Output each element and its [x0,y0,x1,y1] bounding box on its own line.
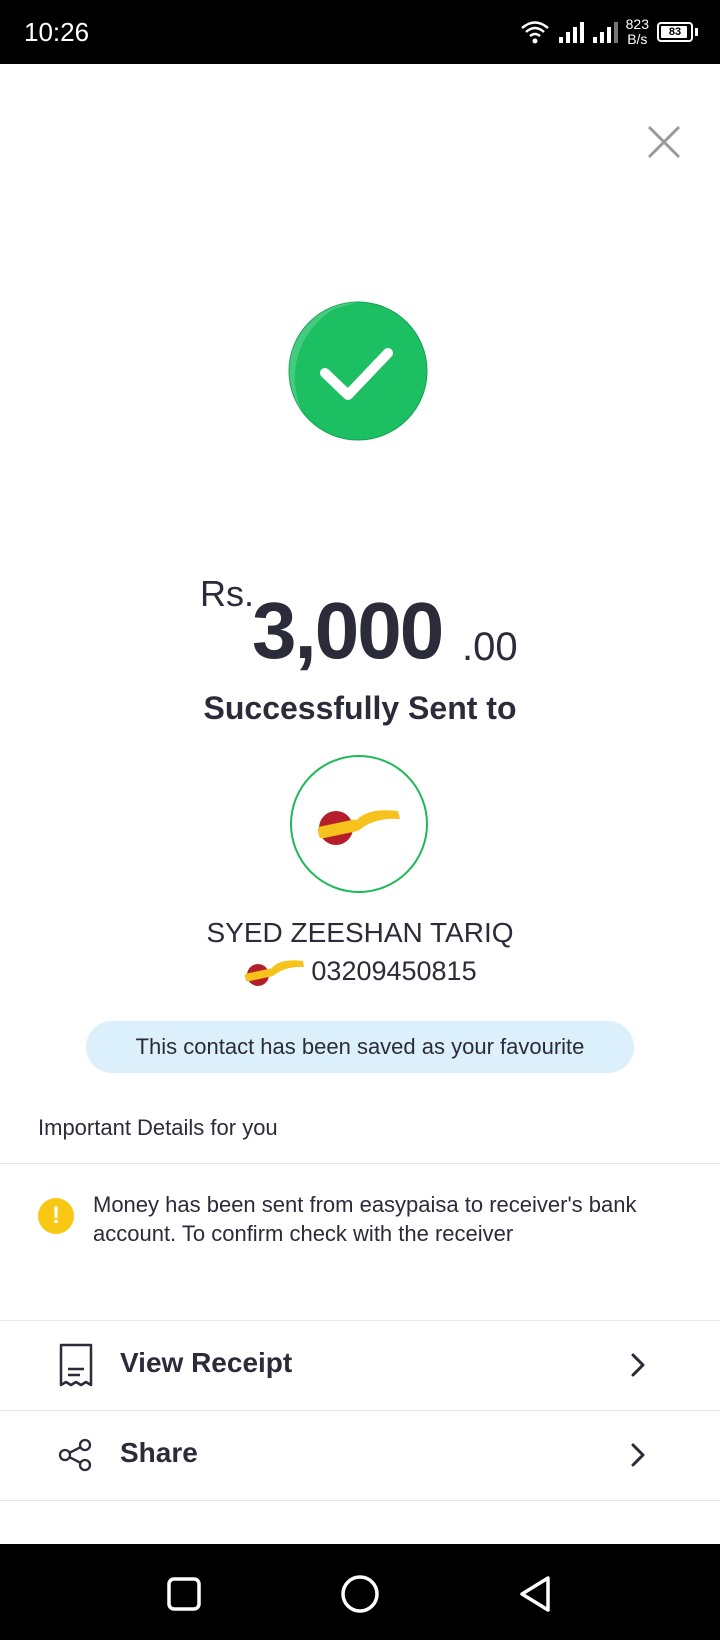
recipient-number-row: 03209450815 [0,955,720,987]
recipient-name: SYED ZEESHAN TARIQ [206,917,514,948]
square-icon [167,1577,201,1611]
details-title: Important Details for you [38,1115,278,1140]
recent-apps-button[interactable] [162,1572,206,1616]
view-receipt-label: View Receipt [120,1347,293,1378]
home-button[interactable] [338,1572,382,1616]
status-message: Successfully Sent to [203,690,517,726]
divider [0,1163,720,1164]
jazzcash-logo-icon [290,755,428,893]
recipient-number: 03209450815 [311,955,477,986]
circle-icon [341,1575,379,1613]
status-icons: 823 B/s 83 [520,14,698,50]
favourite-banner: This contact has been saved as your favo… [86,1021,634,1073]
info-text: Money has been sent from easypaisa to re… [93,1192,637,1246]
chevron-right-icon [631,1353,645,1377]
back-button[interactable] [514,1572,558,1616]
close-icon [647,125,681,159]
receipt-icon [59,1343,93,1387]
signal-icon-2 [592,22,618,43]
status-time: 10:26 [24,17,90,47]
chevron-right-icon [631,1443,645,1467]
close-button[interactable] [644,122,684,162]
amount-whole: 3,000 [252,586,444,675]
status-bar: 10:26 823 B/s 83 [0,0,720,64]
info-message: ! Money has been sent from easypaisa to … [0,1190,720,1270]
back-triangle-icon [520,1576,550,1612]
jazzcash-small-icon [245,960,305,986]
share-button[interactable]: Share [0,1411,720,1499]
wifi-icon [520,21,549,44]
amount-display: Rs. 3,000 .00 [0,565,720,675]
network-speed: 823 B/s [625,16,649,47]
battery-level: 83 [668,26,682,38]
navigation-bar [0,1544,720,1640]
currency-label: Rs. [200,573,254,614]
view-receipt-button[interactable]: View Receipt [0,1321,720,1409]
amount-decimal: .00 [462,625,518,669]
divider [0,1500,720,1501]
share-label: Share [120,1437,198,1468]
signal-icon [558,22,584,43]
warning-icon: ! [38,1198,74,1234]
share-icon [58,1438,92,1472]
success-check-icon [288,301,428,441]
battery-icon: 83 [657,22,693,42]
